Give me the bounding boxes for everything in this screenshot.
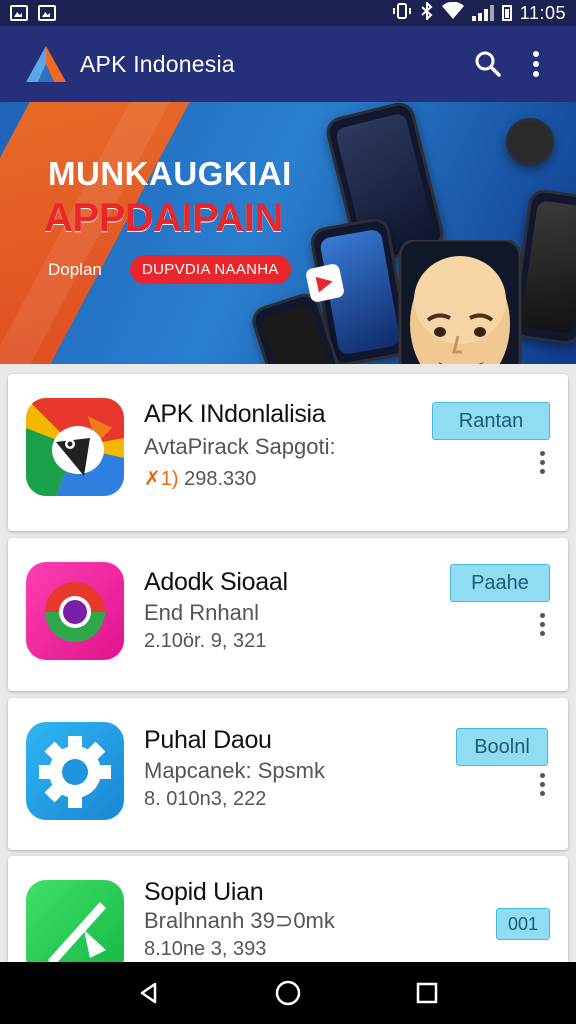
status-bar: 11:05 — [0, 0, 576, 26]
phone-screen: 11:05 APK Indonesia MUNKAUGKIAI APPDAIPA… — [0, 0, 576, 1024]
app-meta: 8. 010n3, 222 — [144, 788, 267, 810]
image-icon — [38, 5, 56, 21]
more-options-button[interactable] — [530, 446, 554, 478]
parrot-icon — [26, 398, 124, 496]
more-vert-icon — [539, 450, 545, 474]
app-meta: 8.10ne 3, 393 — [144, 938, 267, 960]
app-card[interactable]: Sopid Uian Bralhnanh 39⊃0mk 8.10ne 3, 39… — [8, 856, 568, 978]
install-button[interactable]: Rantan — [432, 402, 550, 440]
app-name: Puhal Daou — [144, 726, 272, 754]
home-icon — [275, 980, 301, 1006]
recents-button[interactable] — [405, 971, 449, 1015]
banner-pill[interactable]: DUPVDIA NAANHA — [130, 255, 291, 284]
bluetooth-icon — [420, 0, 434, 25]
back-icon — [141, 982, 157, 1004]
app-bar: APK Indonesia — [0, 26, 576, 102]
notification-icons — [10, 5, 56, 21]
recents-icon — [416, 982, 437, 1004]
install-button[interactable]: Paahe — [450, 564, 550, 602]
app-meta: ✗1) 298.330 — [144, 466, 256, 491]
app-subtitle: End Rnhanl — [144, 600, 259, 625]
app-name: Adodk Sioaal — [144, 568, 288, 596]
app-badge-icon — [304, 262, 346, 304]
search-icon — [475, 51, 501, 77]
app-meta: 2.10ör. 9, 321 — [144, 630, 267, 652]
lens-icon — [26, 562, 124, 660]
more-vert-icon — [533, 51, 539, 77]
more-options-button[interactable] — [530, 608, 554, 640]
app-card[interactable]: Puhal Daou Mapcanek: Spsmk 8. 010n3, 222… — [8, 698, 568, 850]
app-subtitle: AvtaPirack Sapgoti: — [144, 434, 336, 459]
home-button[interactable] — [266, 971, 310, 1015]
banner-caption: Doplan — [48, 260, 102, 279]
more-vert-icon — [539, 612, 545, 636]
overflow-menu-button[interactable] — [512, 40, 560, 88]
rating-accent: ✗1) — [144, 468, 179, 490]
gear-icon — [26, 722, 124, 820]
battery-icon — [501, 5, 512, 21]
banner-headline-red: APPDAIPAIN — [44, 196, 283, 240]
mascot-illustration — [398, 238, 522, 364]
vibrate-icon — [392, 2, 412, 24]
phone-illustration — [506, 118, 554, 166]
clock: 11:05 — [519, 2, 566, 23]
signal-icon — [471, 5, 494, 21]
more-options-button[interactable] — [530, 768, 554, 800]
app-subtitle: Bralhnanh 39⊃0mk — [144, 908, 335, 933]
app-card[interactable]: Adodk Sioaal End Rnhanl 2.10ör. 9, 321 P… — [8, 538, 568, 691]
app-logo-icon — [24, 44, 68, 84]
install-button[interactable]: Boolnl — [456, 728, 548, 766]
app-name: Sopid Uian — [144, 878, 264, 906]
app-meta-value: 298.330 — [184, 468, 257, 490]
app-subtitle: Mapcanek: Spsmk — [144, 758, 325, 783]
app-title: APK Indonesia — [80, 50, 235, 77]
banner-headline: MUNKAUGKIAI — [48, 155, 292, 192]
search-button[interactable] — [464, 40, 512, 88]
wifi-icon — [441, 1, 464, 24]
system-icons: 11:05 — [392, 0, 566, 25]
system-nav-bar — [0, 962, 576, 1024]
back-button[interactable] — [127, 971, 171, 1015]
app-name: APK INdonlalisia — [144, 400, 326, 428]
promo-banner[interactable]: MUNKAUGKIAI APPDAIPAIN Doplan DUPVDIA NA… — [0, 102, 576, 364]
image-icon — [10, 5, 28, 21]
more-vert-icon — [539, 772, 545, 796]
app-card[interactable]: APK INdonlalisia AvtaPirack Sapgoti: ✗1)… — [8, 374, 568, 531]
install-button[interactable]: 001 — [496, 908, 550, 940]
